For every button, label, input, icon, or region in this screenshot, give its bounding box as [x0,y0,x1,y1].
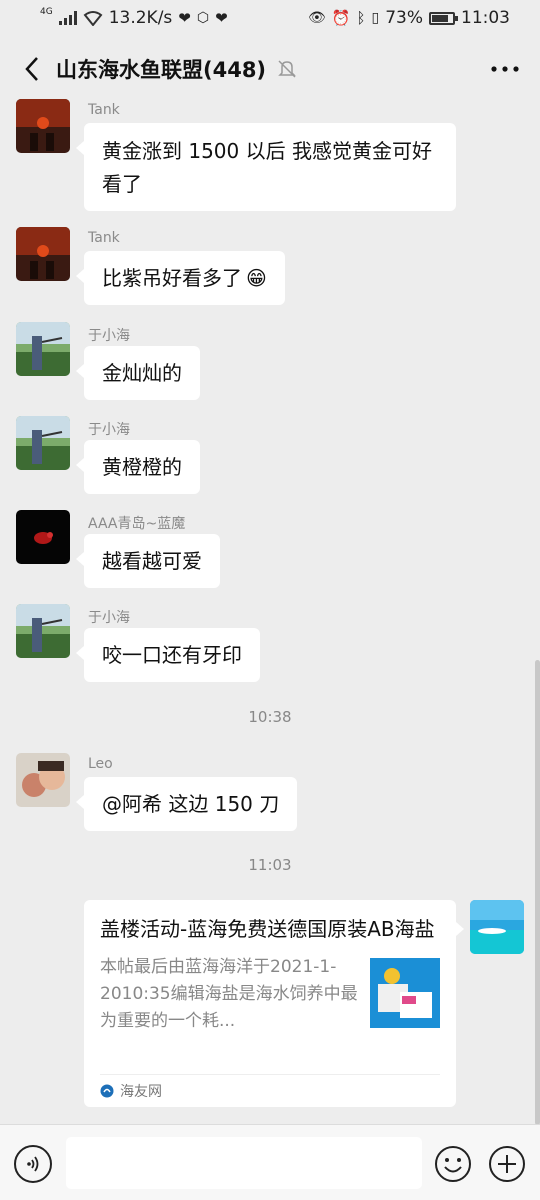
grin-emoji: 😁 [246,265,267,290]
emoji-button[interactable] [434,1145,472,1183]
avatar[interactable] [16,322,70,376]
sender-name: 于小海 [88,328,130,344]
link-card-thumbnail [370,958,440,1028]
sender-name: Tank [88,102,120,118]
message-text: 金灿灿的 [102,360,182,385]
voice-button[interactable] [14,1145,52,1183]
avatar[interactable] [16,227,70,281]
clock: 11:03 [461,8,510,28]
message-bubble[interactable]: @阿希 这边 150 刀 [75,777,298,831]
message-text: @阿希 这边 150 刀 [102,791,280,816]
avatar[interactable] [16,416,70,470]
link-card-description: 本帖最后由蓝海海洋于2021-1-2010:35编辑海盐是海水饲养中最为重要的一… [100,957,358,1031]
app-notification-icon: ⬡ [196,10,210,26]
plus-button[interactable] [488,1145,526,1183]
network-speed: 13.2K/s [108,8,173,28]
timestamp: 10:38 [248,708,292,726]
status-bar: 4G 13.2K/s ❤ ⬡ ❤ 👁 ⏰ ᛒ ▯ 73% 11:03 [0,0,540,36]
link-card[interactable]: 盖楼活动-蓝海免费送德国原装AB海盐 本帖最后由蓝海海洋于2021-1-2010… [84,900,464,1107]
input-bar [0,1124,540,1200]
chat-header: 山东海水鱼联盟(448) [0,36,540,102]
voice-icon [27,1156,39,1172]
chevron-left-icon [25,57,38,81]
sender-name: Tank [88,230,120,246]
wifi-icon [83,11,103,26]
avatar[interactable] [16,510,70,564]
source-name: 海友网 [120,1084,162,1100]
link-card-source: 海友网 [100,1074,440,1107]
message-text: 比紫吊好看多了 [102,265,242,290]
message-bubble[interactable]: 黄橙橙的 [76,440,200,494]
eye-icon: 👁 [308,10,326,26]
signal-icon [58,11,77,25]
battery-percent: 73% [385,8,423,28]
my-avatar[interactable] [470,900,524,954]
more-options-button[interactable] [488,55,522,83]
avatar[interactable] [16,604,70,658]
message-bubble[interactable]: 黄金涨到 1500 以后 我感觉黄金可好看了 [76,123,456,211]
message-input[interactable] [66,1137,422,1189]
source-logo-icon [100,1084,114,1098]
sender-name: Leo [88,756,113,772]
scrollbar[interactable] [535,660,540,1125]
timestamp: 11:03 [248,856,292,874]
message-text: 越看越可爱 [102,548,202,573]
message-text: 黄橙橙的 [102,454,182,479]
battery-icon [429,11,458,25]
avatar[interactable] [16,99,70,153]
sender-name: 于小海 [88,610,130,626]
more-icon [491,66,519,72]
message-bubble[interactable]: 比紫吊好看多了 😁 [76,251,285,305]
heart-icon: ❤ [215,9,228,27]
message-text: 黄金涨到 1500 以后 我感觉黄金可好看了 [102,139,432,196]
message-bubble[interactable]: 咬一口还有牙印 [76,628,260,682]
heart-icon: ❤ [178,9,191,27]
alarm-icon: ⏰ [331,9,351,27]
vibrate-icon: ▯ [371,10,380,26]
message-bubble[interactable]: 金灿灿的 [76,346,200,400]
back-button[interactable] [18,55,46,83]
link-card-title: 盖楼活动-蓝海免费送德国原装AB海盐 [100,917,435,941]
sender-name: 于小海 [88,422,130,438]
message-text: 咬一口还有牙印 [102,642,242,667]
avatar[interactable] [16,753,70,807]
chat-title[interactable]: 山东海水鱼联盟(448) [56,54,266,84]
bell-muted-icon [278,60,296,78]
sender-name: AAA青岛~蓝魔 [88,516,186,532]
message-bubble[interactable]: 越看越可爱 [76,534,220,588]
network-type: 4G [40,7,53,17]
bluetooth-icon: ᛒ [356,9,366,27]
